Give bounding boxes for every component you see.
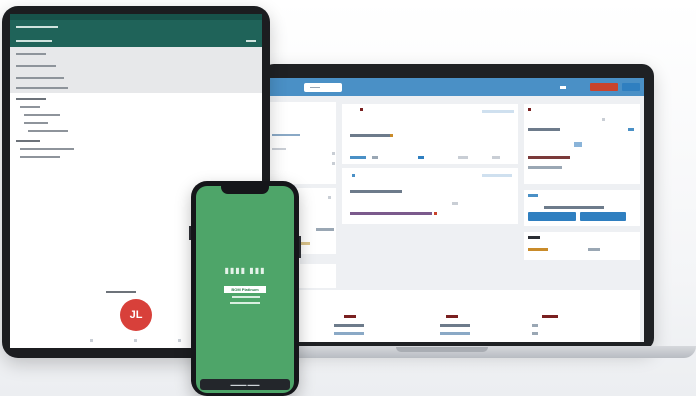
phone-screen: ▮▮▮▮ ▮▮▮ BOM Platinum ▬▬▬▬ ▬▬▬ xyxy=(196,186,294,393)
right-card-1 xyxy=(524,104,640,184)
phone-power-button xyxy=(299,236,301,258)
product-badge: BOM Platinum xyxy=(224,286,266,293)
tab-label-line xyxy=(310,87,320,88)
bottom-summary-panel xyxy=(270,290,640,342)
signature-seal: JL xyxy=(120,299,152,331)
content-card-1 xyxy=(342,104,518,164)
back-icon[interactable] xyxy=(90,339,93,342)
content-card-2 xyxy=(342,168,518,224)
phone-app-logo: ▮▮▮▮ ▮▮▮ xyxy=(224,266,266,275)
tablet-status-bar xyxy=(10,14,262,20)
laptop-hinge xyxy=(396,347,488,352)
tablet-app-header xyxy=(10,14,262,47)
left-panel-top xyxy=(270,102,336,184)
secondary-button[interactable] xyxy=(580,212,626,221)
tablet-info-section xyxy=(10,47,262,93)
right-card-3 xyxy=(524,232,640,260)
laptop-screen xyxy=(270,78,644,342)
right-card-2 xyxy=(524,190,640,226)
primary-button[interactable] xyxy=(528,212,576,221)
home-icon[interactable] xyxy=(134,339,137,342)
phone-notch xyxy=(221,186,269,194)
phone-action-button[interactable]: ▬▬▬▬ ▬▬▬ xyxy=(200,379,290,390)
phone-volume-button xyxy=(189,226,191,240)
app-top-bar xyxy=(270,78,644,96)
recent-apps-icon[interactable] xyxy=(178,339,181,342)
alert-button[interactable] xyxy=(590,83,618,91)
action-button[interactable] xyxy=(622,83,640,91)
top-bar-indicator xyxy=(560,86,566,89)
